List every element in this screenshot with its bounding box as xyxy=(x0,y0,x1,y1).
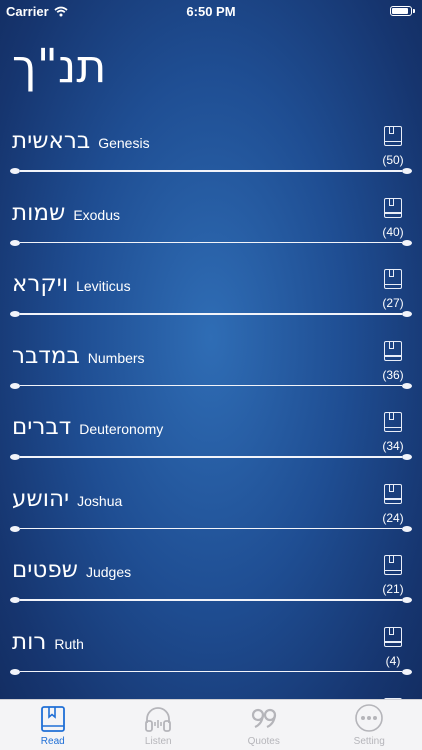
tab-label: Setting xyxy=(353,736,385,747)
book-icon xyxy=(384,340,402,361)
book-icon xyxy=(384,269,402,289)
book-names: במדבר Numbers xyxy=(12,343,145,369)
book-hebrew-name: ויקרא xyxy=(12,271,69,297)
book-icon xyxy=(384,483,402,504)
row-divider xyxy=(10,525,412,532)
book-names: ויקרא Leviticus xyxy=(12,271,131,297)
row-divider xyxy=(10,382,412,389)
book-icon xyxy=(384,197,402,218)
tab-read[interactable]: Read xyxy=(0,700,106,750)
book-english-name: Deuteronomy xyxy=(79,421,164,437)
row-divider xyxy=(10,311,412,317)
row-divider xyxy=(10,597,412,603)
book-names: שפטים Judges xyxy=(12,557,131,583)
row-divider xyxy=(10,668,412,675)
chapter-count: (50) xyxy=(382,153,404,167)
book-list[interactable]: בראשית Genesis (50) שמות Exodus (40) ויק… xyxy=(0,110,422,700)
row-divider xyxy=(10,168,412,174)
chapter-count: (40) xyxy=(382,224,404,239)
book-names: רות Ruth xyxy=(12,629,84,655)
book-row-numbers[interactable]: במדבר Numbers (36) xyxy=(0,325,422,397)
book-hebrew-name: יהושע xyxy=(12,485,70,512)
tab-listen[interactable]: Listen xyxy=(106,700,212,750)
book-icon xyxy=(384,126,402,146)
book-row-leviticus[interactable]: ויקרא Leviticus (27) xyxy=(0,253,422,325)
status-time: 6:50 PM xyxy=(186,4,236,19)
book-row-genesis[interactable]: בראשית Genesis (50) xyxy=(0,110,422,182)
book-english-name: Joshua xyxy=(77,492,123,509)
status-bar: Carrier 6:50 PM xyxy=(0,0,422,22)
chapter-count: (21) xyxy=(382,582,404,596)
tab-bar: Read Listen Quotes Setting xyxy=(0,699,422,750)
chapter-count: (34) xyxy=(382,439,404,453)
book-icon xyxy=(384,555,402,575)
book-row-ruth[interactable]: רות Ruth (4) xyxy=(0,611,422,683)
chapter-count: (27) xyxy=(382,296,404,310)
book-row-judges[interactable]: שפטים Judges (21) xyxy=(0,539,422,611)
book-names: בראשית Genesis xyxy=(12,128,150,154)
tab-setting[interactable]: Setting xyxy=(317,700,422,750)
book-icon xyxy=(384,626,402,647)
book-icon xyxy=(384,412,402,432)
tab-label: Listen xyxy=(144,736,172,747)
book-names: יהושע Joshua xyxy=(12,486,122,512)
tab-label: Quotes xyxy=(247,736,280,747)
chapter-count: (4) xyxy=(385,653,401,668)
battery-icon xyxy=(390,6,415,16)
book-english-name: Exodus xyxy=(73,206,121,223)
book-row-deuteronomy[interactable]: דברים Deuteronomy (34) xyxy=(0,396,422,468)
book-hebrew-name: שפטים xyxy=(12,557,78,583)
book-english-name: Judges xyxy=(85,564,132,580)
book-hebrew-name: דברים xyxy=(12,414,72,440)
headphones-icon xyxy=(145,707,172,732)
chapter-count: (24) xyxy=(382,510,404,525)
book-english-name: Numbers xyxy=(87,349,145,366)
book-row-exodus[interactable]: שמות Exodus (40) xyxy=(0,182,422,254)
book-hebrew-name: בראשית xyxy=(12,128,91,154)
book-hebrew-name: רות xyxy=(12,628,47,655)
page-title: תנ"ך xyxy=(12,39,107,93)
book-row-joshua[interactable]: יהושע Joshua (24) xyxy=(0,468,422,540)
book-english-name: Genesis xyxy=(98,135,150,151)
chapter-count: (36) xyxy=(382,367,404,382)
row-divider xyxy=(10,454,412,460)
book-row-partial[interactable] xyxy=(0,682,422,700)
tab-label: Read xyxy=(40,736,65,747)
book-names: דברים Deuteronomy xyxy=(12,414,163,440)
quote-icon xyxy=(251,708,276,729)
book-hebrew-name: שמות xyxy=(12,199,66,226)
row-divider xyxy=(10,239,412,246)
tab-quotes[interactable]: Quotes xyxy=(211,700,317,750)
book-names: שמות Exodus xyxy=(12,200,120,226)
book-hebrew-name: במדבר xyxy=(12,342,80,369)
book-english-name: Ruth xyxy=(54,635,84,652)
book-icon xyxy=(40,706,65,732)
more-icon xyxy=(355,704,384,732)
book-english-name: Leviticus xyxy=(76,278,131,294)
